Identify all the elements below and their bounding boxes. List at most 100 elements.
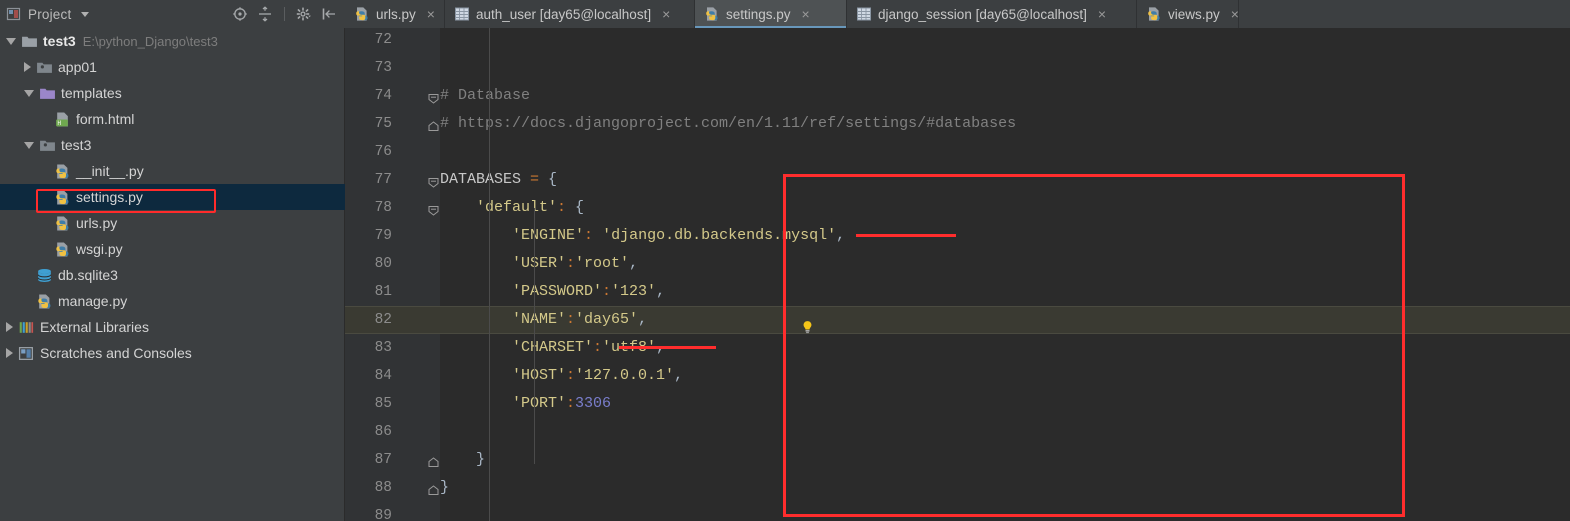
editor-tab-django-session-day65-localhost-[interactable]: django_session [day65@localhost] × <box>847 0 1137 28</box>
code-token: 'django.db.backends.mysql' <box>602 227 837 244</box>
code-token: = <box>530 171 540 188</box>
chevron-right-icon[interactable] <box>6 348 13 358</box>
chevron-right-icon[interactable] <box>6 322 13 332</box>
editor-tab-bar: urls.py × auth_user [day65@localhost] × sett… <box>345 0 1570 28</box>
code-token: } <box>440 451 486 468</box>
line-number: 82 <box>374 312 392 328</box>
code-token: 'root' <box>575 255 630 272</box>
tree-item-label: test3 <box>43 33 76 49</box>
table-icon <box>455 7 469 21</box>
line-number: 79 <box>374 228 392 244</box>
chevron-right-icon[interactable] <box>24 62 31 72</box>
code-line: } <box>440 474 449 502</box>
fold-collapse-bottom-icon[interactable] <box>428 119 439 131</box>
tree-item-manage-py[interactable]: manage.py <box>0 288 345 314</box>
code-token: 'NAME' <box>512 311 567 328</box>
code-line: # Database <box>440 82 530 110</box>
code-line: 'PASSWORD':'123', <box>440 278 665 306</box>
tree-item-label: __init__.py <box>76 163 144 179</box>
day65-underline <box>619 346 716 349</box>
line-number: 73 <box>374 60 392 76</box>
code-editor[interactable]: 72 73 74 # Database 75 # https://docs.djangop… <box>345 28 1570 521</box>
python-file-icon <box>56 189 69 205</box>
fold-collapse-bottom-icon[interactable] <box>428 455 439 467</box>
close-icon[interactable]: × <box>1098 7 1106 21</box>
tree-item-test3[interactable]: test3 <box>0 132 345 158</box>
tree-item-app01[interactable]: app01 <box>0 54 345 80</box>
tree-item-templates[interactable]: templates <box>0 80 345 106</box>
project-panel-title[interactable]: Project <box>6 6 90 22</box>
code-token: { <box>566 199 585 216</box>
code-line: } <box>440 446 485 474</box>
collapse-all-icon[interactable] <box>257 6 273 22</box>
line-number: 88 <box>374 480 392 496</box>
fold-collapse-top-icon[interactable] <box>428 203 439 216</box>
tree-item-label: External Libraries <box>40 319 149 335</box>
project-panel: Project test3 E:\python_Django\test3 app… <box>0 0 345 521</box>
close-icon[interactable]: × <box>802 7 810 21</box>
python-file-icon <box>38 293 51 309</box>
chevron-down-icon[interactable] <box>24 89 34 97</box>
tree-item-urls-py[interactable]: urls.py <box>0 210 345 236</box>
html-file-icon: H <box>56 111 68 127</box>
code-token: , <box>674 367 684 384</box>
python-file-icon <box>706 7 718 21</box>
python-file-icon <box>56 241 69 257</box>
intention-bulb-icon[interactable] <box>800 320 815 335</box>
fold-collapse-top-icon[interactable] <box>428 175 439 188</box>
tree-item-form-html[interactable]: Hform.html <box>0 106 345 132</box>
tree-item-scratches-and-consoles[interactable]: Scratches and Consoles <box>0 340 345 366</box>
fold-collapse-top-icon[interactable] <box>428 91 439 104</box>
tree-item-label: app01 <box>58 59 97 75</box>
code-token: 'CHARSET' <box>512 339 594 356</box>
project-toolbar-icons <box>232 6 345 22</box>
code-token: : <box>593 339 603 356</box>
folder-source-icon <box>37 62 52 73</box>
indent-guide <box>489 28 490 521</box>
chevron-down-icon[interactable] <box>81 11 90 17</box>
tree-item-settings-py[interactable]: settings.py <box>0 184 345 210</box>
code-token: # https://docs.djangoproject.com/en/1.11… <box>440 115 1017 132</box>
code-line: 'default': { <box>440 194 584 222</box>
code-token: '127.0.0.1' <box>575 367 675 384</box>
tree-item-test3[interactable]: test3 E:\python_Django\test3 <box>0 28 345 54</box>
line-number: 78 <box>374 200 392 216</box>
tab-label: auth_user [day65@localhost] <box>476 6 652 22</box>
tree-item--init-py[interactable]: __init__.py <box>0 158 345 184</box>
editor-tab-views-py[interactable]: views.py × <box>1137 0 1239 28</box>
line-number: 83 <box>374 340 392 356</box>
code-token: , <box>656 283 666 300</box>
line-number: 81 <box>374 284 392 300</box>
editor-tab-urls-py[interactable]: urls.py × <box>345 0 445 28</box>
python-file-icon <box>56 163 69 179</box>
chevron-down-icon[interactable] <box>24 141 34 149</box>
code-token: 'HOST' <box>512 367 567 384</box>
tab-label: urls.py <box>376 6 416 22</box>
editor-tab-auth-user-day65-localhost-[interactable]: auth_user [day65@localhost] × <box>445 0 695 28</box>
hide-panel-icon[interactable] <box>321 6 337 22</box>
line-number: 74 <box>374 88 392 104</box>
tree-item-external-libraries[interactable]: External Libraries <box>0 314 345 340</box>
close-icon[interactable]: × <box>662 7 670 21</box>
folder-source-icon <box>40 140 55 151</box>
python-file-icon <box>1148 7 1160 21</box>
close-icon[interactable]: × <box>1231 7 1239 21</box>
locate-icon[interactable] <box>232 6 248 22</box>
fold-collapse-bottom-icon[interactable] <box>428 483 439 495</box>
tree-item-db-sqlite3[interactable]: db.sqlite3 <box>0 262 345 288</box>
code-token: : <box>557 199 567 216</box>
tree-item-wsgi-py[interactable]: wsgi.py <box>0 236 345 262</box>
tree-item-label: templates <box>61 85 122 101</box>
gear-icon[interactable] <box>296 6 312 22</box>
editor-tab-settings-py[interactable]: settings.py × <box>695 0 847 28</box>
chevron-down-icon[interactable] <box>6 37 16 45</box>
close-icon[interactable]: × <box>427 7 435 21</box>
